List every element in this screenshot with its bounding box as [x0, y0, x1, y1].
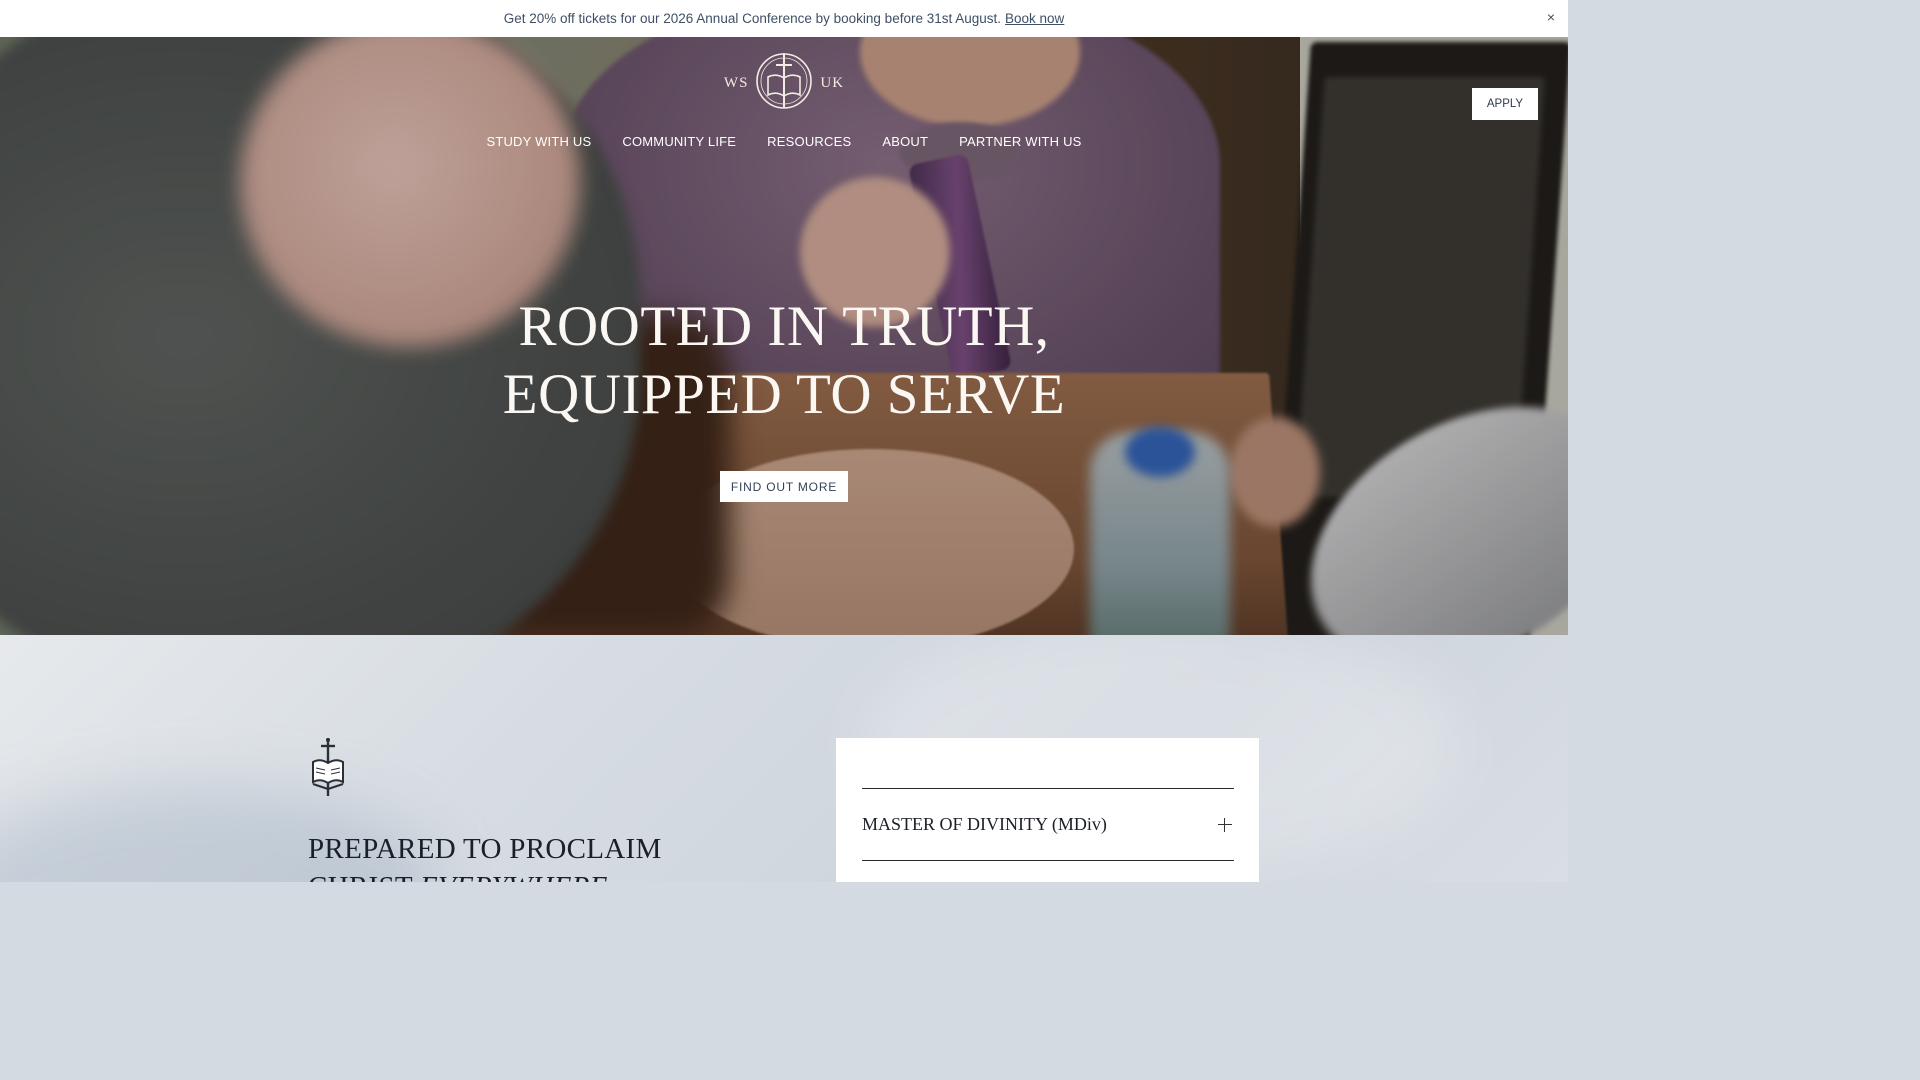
nav-item-resources[interactable]: RESOURCES — [767, 134, 851, 149]
programs-accordion-card: MASTER OF DIVINITY (MDiv) — [836, 738, 1259, 882]
section-heading-line-1: PREPARED TO PROCLAIM — [308, 833, 662, 865]
announcement-text: Get 20% off tickets for our 2026 Annual … — [503, 11, 1002, 26]
site-logo[interactable]: WS UK — [724, 51, 843, 116]
logo-text-right: UK — [820, 74, 845, 91]
accordion-item-label: MASTER OF DIVINITY (MDiv) — [862, 814, 1107, 834]
sword-book-icon — [310, 738, 346, 803]
programs-section: PREPARED TO PROCLAIM CHRIST EVERYWHERE M… — [0, 635, 1568, 882]
section-heading-italic: EVERYWHERE — [420, 871, 608, 882]
logo-emblem-icon — [754, 51, 814, 116]
hero-headline: ROOTED IN TRUTH, EQUIPPED TO SERVE — [0, 293, 1568, 429]
hero-section: WS UK STUDY WITH US COMMUNITY LIFE RESOU… — [0, 37, 1568, 635]
main-nav: STUDY WITH US COMMUNITY LIFE RESOURCES A… — [0, 134, 1568, 149]
section-heading-plain: CHRIST — [308, 871, 420, 882]
logo-text-left: WS — [723, 74, 749, 91]
section-heading-line-2: CHRIST EVERYWHERE — [308, 868, 662, 882]
apply-button[interactable]: APPLY — [1472, 88, 1538, 120]
accordion-divider-bottom — [862, 860, 1234, 861]
accordion-item-mdiv[interactable]: MASTER OF DIVINITY (MDiv) — [862, 789, 1234, 860]
announcement-bar: Get 20% off tickets for our 2026 Annual … — [0, 0, 1568, 37]
nav-item-about[interactable]: ABOUT — [882, 134, 928, 149]
close-icon[interactable]: × — [1547, 9, 1555, 25]
hero-headline-line-1: ROOTED IN TRUTH, — [518, 295, 1050, 358]
book-now-link[interactable]: Book now — [1005, 11, 1064, 26]
plus-icon[interactable] — [1218, 817, 1232, 832]
nav-item-study-with-us[interactable]: STUDY WITH US — [486, 134, 591, 149]
section-heading: PREPARED TO PROCLAIM CHRIST EVERYWHERE — [308, 830, 662, 882]
nav-item-partner-with-us[interactable]: PARTNER WITH US — [959, 134, 1081, 149]
nav-item-community-life[interactable]: COMMUNITY LIFE — [622, 134, 736, 149]
find-out-more-button[interactable]: FIND OUT MORE — [720, 471, 848, 502]
hero-headline-line-2: EQUIPPED TO SERVE — [502, 363, 1066, 426]
